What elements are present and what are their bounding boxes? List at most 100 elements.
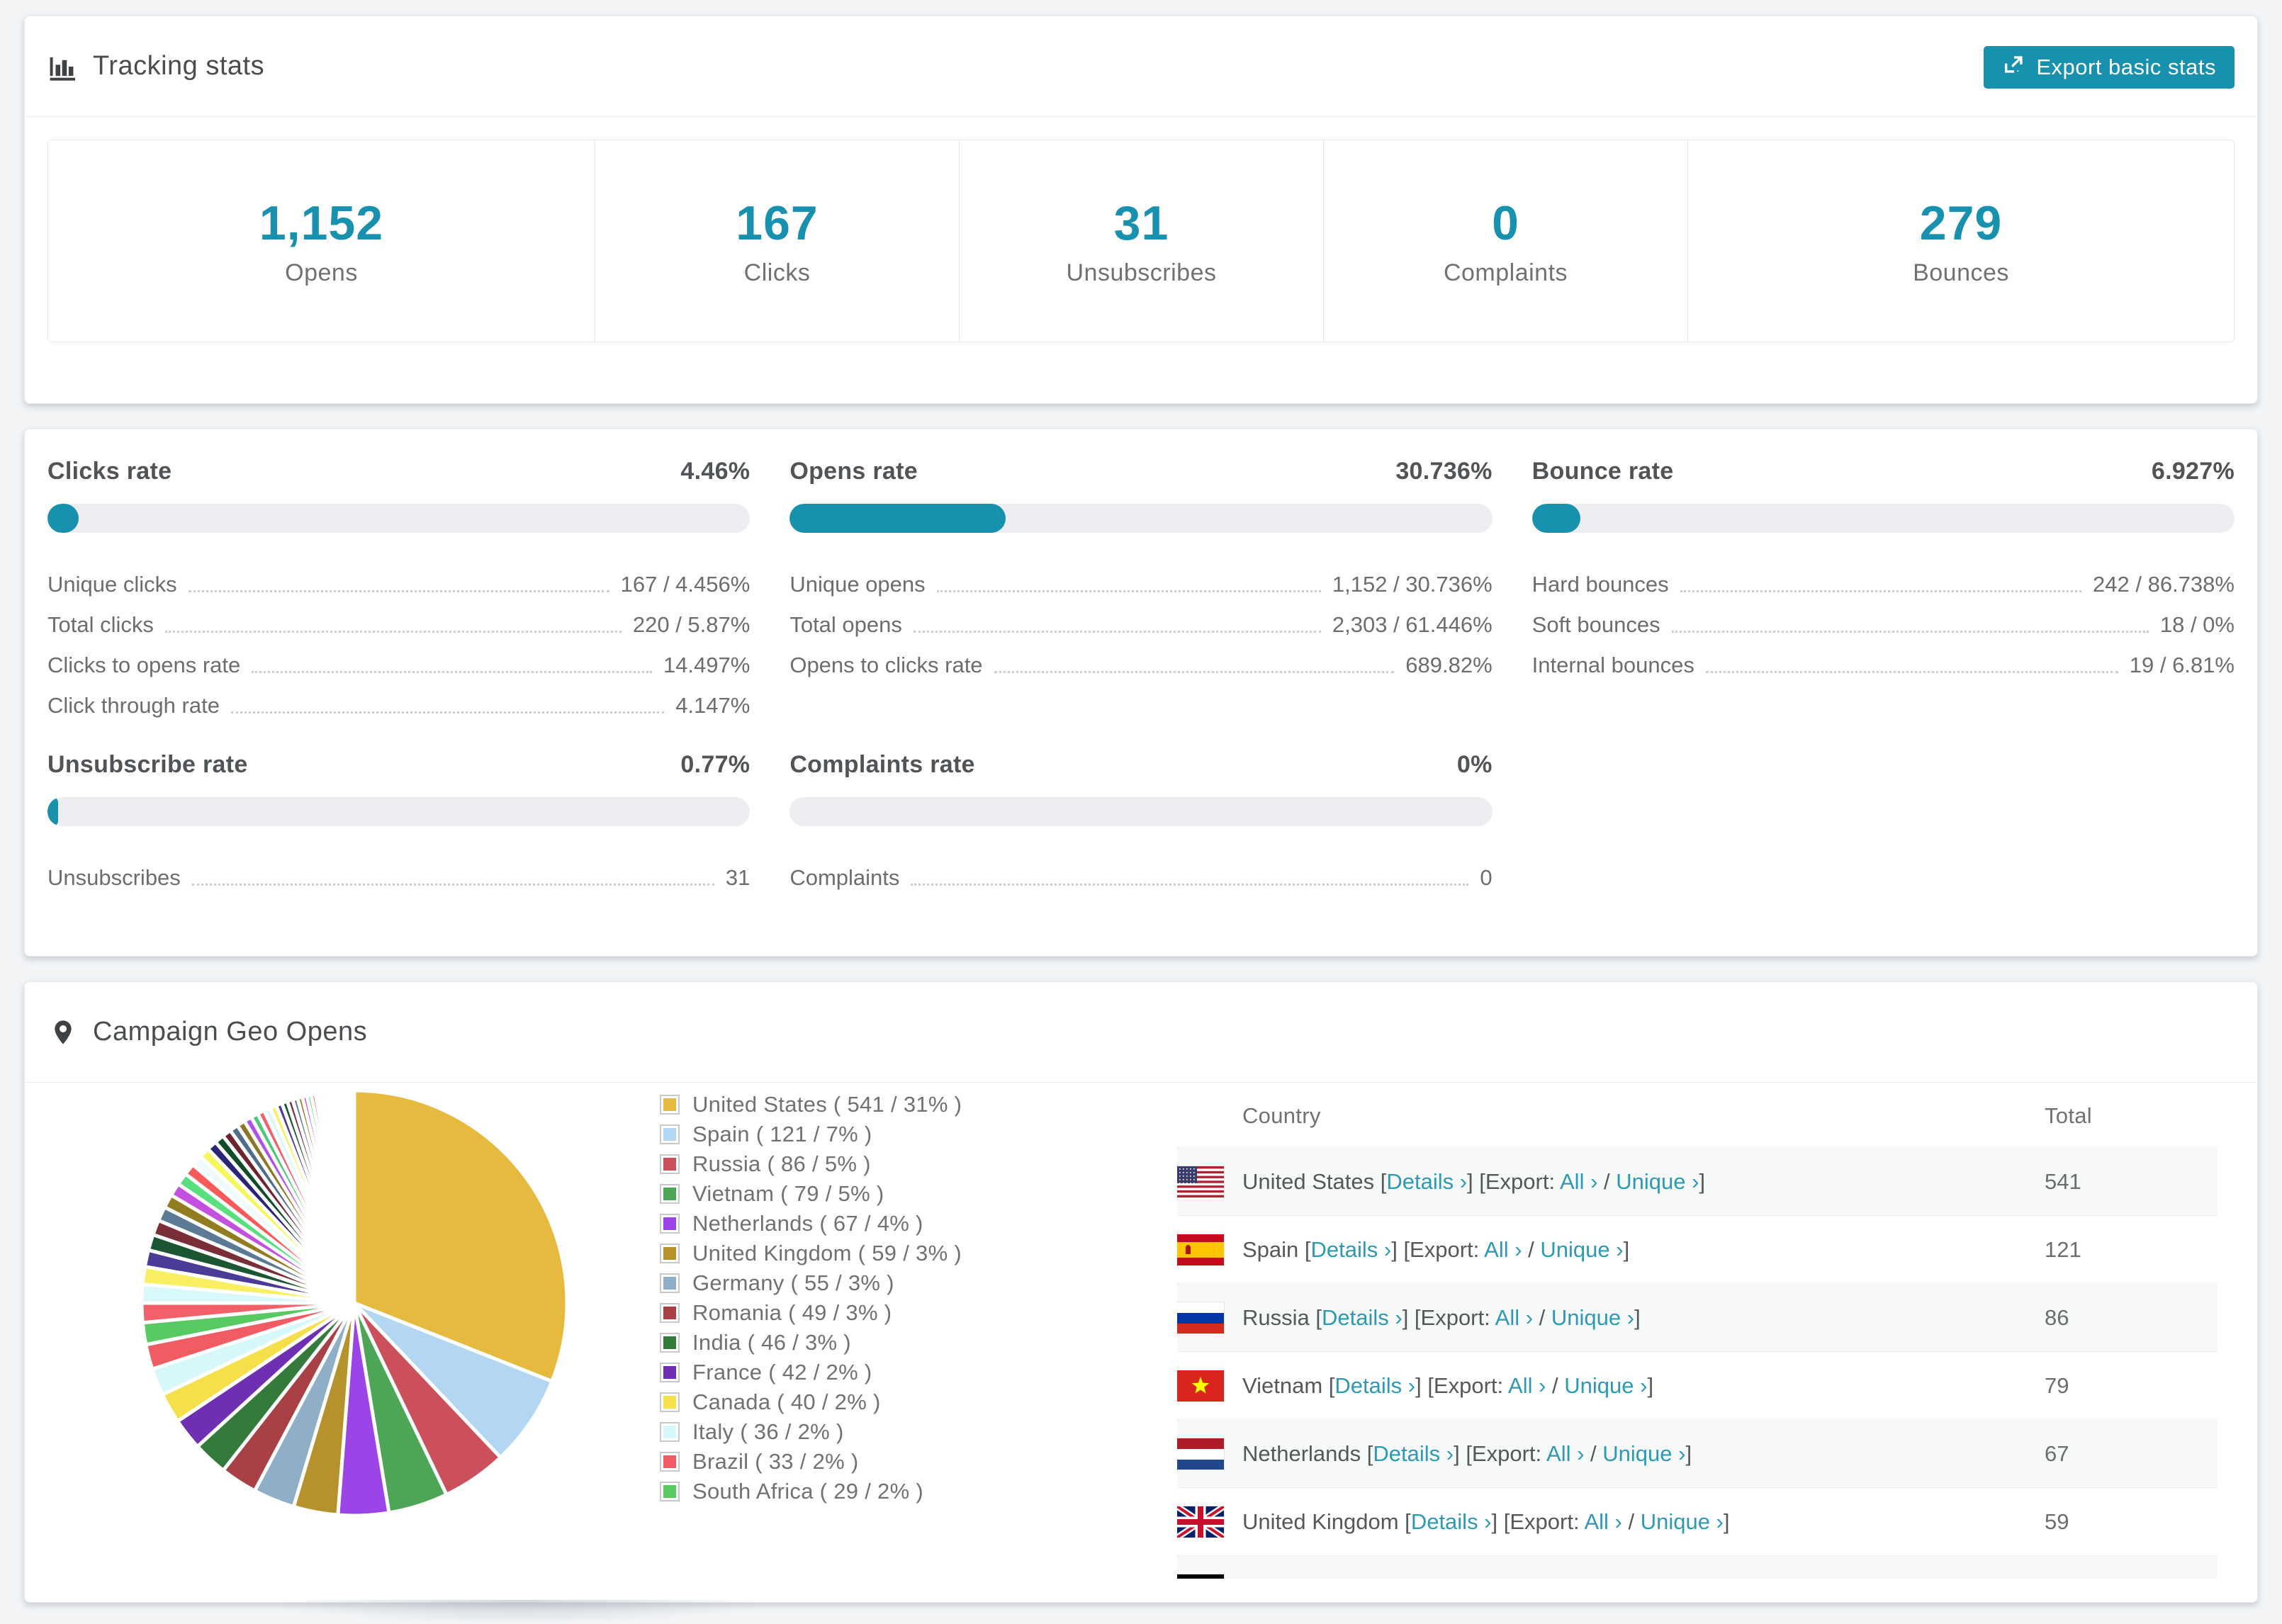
rate-title: Unsubscribe rate	[47, 751, 248, 778]
export-all-link[interactable]: All ›	[1484, 1237, 1522, 1262]
details-link[interactable]: Details ›	[1311, 1237, 1392, 1262]
legend-item-brazil[interactable]: Brazil ( 33 / 2% )	[660, 1447, 962, 1477]
table-row-russia: Russia [Details ›] [Export: All › / Uniq…	[1177, 1283, 2218, 1351]
legend-label: United Kingdom ( 59 / 3% )	[692, 1241, 962, 1265]
geo-opens-table: Country Total United States [Details ›] …	[1177, 1085, 2218, 1579]
summary-cell-unsubscribes: 31 Unsubscribes	[959, 140, 1323, 342]
dotted-leader	[1671, 631, 2149, 633]
pie-legend: United States ( 541 / 31% ) Spain ( 121 /…	[660, 1090, 962, 1506]
rate-value: 4.46%	[680, 458, 751, 485]
flag-icon-nl	[1177, 1438, 1224, 1470]
rate-progress-track	[789, 504, 1493, 533]
export-all-link[interactable]: All ›	[1584, 1509, 1621, 1534]
summary-cell-bounces: 279 Bounces	[1687, 140, 2234, 342]
legend-swatch	[660, 1333, 680, 1353]
geo-opens-title: Campaign Geo Opens	[93, 1017, 368, 1047]
export-all-link[interactable]: All ›	[1560, 1169, 1597, 1194]
legend-swatch-color	[663, 1307, 676, 1319]
rate-row-label: Total clicks	[47, 612, 154, 637]
details-link[interactable]: Details ›	[1334, 1373, 1415, 1398]
legend-label: Canada ( 40 / 2% )	[692, 1389, 881, 1414]
legend-item-spain[interactable]: Spain ( 121 / 7% )	[660, 1120, 962, 1149]
total-cell: 121	[2045, 1236, 2081, 1262]
legend-item-russia[interactable]: Russia ( 86 / 5% )	[660, 1149, 962, 1179]
legend-swatch	[660, 1244, 680, 1263]
details-link[interactable]: Details ›	[1386, 1169, 1467, 1194]
rate-row-value: 18 / 0%	[2159, 612, 2235, 637]
rate-row: Complaints 0	[789, 850, 1492, 891]
dotted-leader	[188, 590, 609, 592]
rate-title: Complaints rate	[789, 751, 975, 778]
dotted-leader	[191, 884, 714, 886]
legend-item-italy[interactable]: Italy ( 36 / 2% )	[660, 1417, 962, 1447]
rate-row-label: Unique opens	[789, 572, 926, 597]
rate-row: Unique clicks 167 / 4.456%	[47, 557, 750, 597]
column-header-country: Country	[1242, 1103, 1321, 1128]
export-icon	[2002, 52, 2026, 82]
table-row-united-states: United States [Details ›] [Export: All ›…	[1177, 1147, 2218, 1215]
tracking-stats-header: Tracking stats Export basic stats	[25, 16, 2257, 117]
dotted-leader	[252, 671, 652, 673]
details-link[interactable]: Details ›	[1373, 1441, 1454, 1466]
details-link[interactable]: Details ›	[1411, 1509, 1492, 1534]
export-all-link[interactable]: All ›	[1546, 1441, 1584, 1466]
legend-swatch	[660, 1273, 680, 1293]
legend-label: Romania ( 49 / 3% )	[692, 1300, 892, 1325]
rate-row: Total clicks 220 / 5.87%	[47, 597, 750, 638]
rate-row-label: Opens to clicks rate	[789, 653, 983, 677]
geo-opens-pie-chart[interactable]	[135, 1083, 574, 1523]
rate-block-complaints-rate: Complaints rate 0% Complaints 0	[789, 751, 1493, 891]
legend-swatch-color	[663, 1336, 676, 1349]
legend-item-romania[interactable]: Romania ( 49 / 3% )	[660, 1298, 962, 1328]
legend-label: Germany ( 55 / 3% )	[692, 1270, 894, 1295]
legend-item-india[interactable]: India ( 46 / 3% )	[660, 1328, 962, 1358]
export-unique-link[interactable]: Unique ›	[1641, 1509, 1724, 1534]
export-all-link[interactable]: All ›	[1495, 1305, 1533, 1330]
rate-row: Internal bounces 19 / 6.81%	[1532, 638, 2235, 678]
legend-swatch	[660, 1363, 680, 1382]
legend-item-united-kingdom[interactable]: United Kingdom ( 59 / 3% )	[660, 1239, 962, 1268]
column-header-total: Total	[2045, 1103, 2092, 1128]
export-all-link[interactable]: All ›	[1508, 1373, 1546, 1398]
rate-progress-track	[1531, 504, 2235, 533]
legend-item-netherlands[interactable]: Netherlands ( 67 / 4% )	[660, 1209, 962, 1239]
legend-item-germany[interactable]: Germany ( 55 / 3% )	[660, 1268, 962, 1298]
dotted-leader	[1680, 590, 2082, 592]
dotted-leader	[913, 631, 1321, 633]
legend-item-vietnam[interactable]: Vietnam ( 79 / 5% )	[660, 1179, 962, 1209]
export-unique-link[interactable]: Unique ›	[1564, 1373, 1647, 1398]
export-unique-link[interactable]: Unique ›	[1551, 1305, 1634, 1330]
legend-item-canada[interactable]: Canada ( 40 / 2% )	[660, 1387, 962, 1417]
legend-swatch	[660, 1214, 680, 1234]
export-unique-link[interactable]: Unique ›	[1540, 1237, 1623, 1262]
export-unique-link[interactable]: Unique ›	[1616, 1169, 1699, 1194]
rate-row: Opens to clicks rate 689.82%	[789, 638, 1492, 678]
pie-slice-other[interactable]	[350, 1088, 356, 1305]
rate-value: 0.77%	[680, 751, 751, 778]
rate-rows: Complaints 0	[789, 850, 1492, 891]
legend-label: Spain ( 121 / 7% )	[692, 1122, 872, 1146]
legend-swatch-color	[663, 1396, 676, 1409]
export-unique-link[interactable]: Unique ›	[1602, 1441, 1685, 1466]
rate-row-label: Click through rate	[47, 693, 220, 718]
summary-label: Clicks	[743, 259, 811, 286]
legend-item-united-states[interactable]: United States ( 541 / 31% )	[660, 1090, 962, 1120]
rate-row-label: Hard bounces	[1531, 572, 1669, 597]
export-button-label: Export basic stats	[2036, 55, 2216, 79]
rate-row: Unique opens 1,152 / 30.736%	[789, 557, 1492, 597]
rate-rows: Unique clicks 167 / 4.456% Total clicks 220…	[47, 557, 750, 718]
legend-swatch	[660, 1392, 680, 1412]
page-title: Tracking stats	[93, 51, 265, 81]
legend-item-france[interactable]: France ( 42 / 2% )	[660, 1358, 962, 1387]
details-link[interactable]: Details ›	[1322, 1305, 1403, 1330]
country-cell: Russia [Details ›] [Export: All › / Uniq…	[1242, 1304, 1641, 1330]
total-cell: 79	[2045, 1372, 2069, 1398]
legend-item-south-africa[interactable]: South Africa ( 29 / 2% )	[660, 1477, 962, 1506]
dotted-leader	[994, 671, 1395, 673]
rate-title-row: Bounce rate 6.927%	[1532, 458, 2235, 485]
rate-row-value: 14.497%	[663, 653, 751, 677]
rate-progress-fill	[47, 797, 58, 826]
export-basic-stats-button[interactable]: Export basic stats	[1984, 46, 2235, 89]
summary-cell-clicks: 167 Clicks	[595, 140, 959, 342]
flag-icon-es	[1177, 1234, 1224, 1265]
